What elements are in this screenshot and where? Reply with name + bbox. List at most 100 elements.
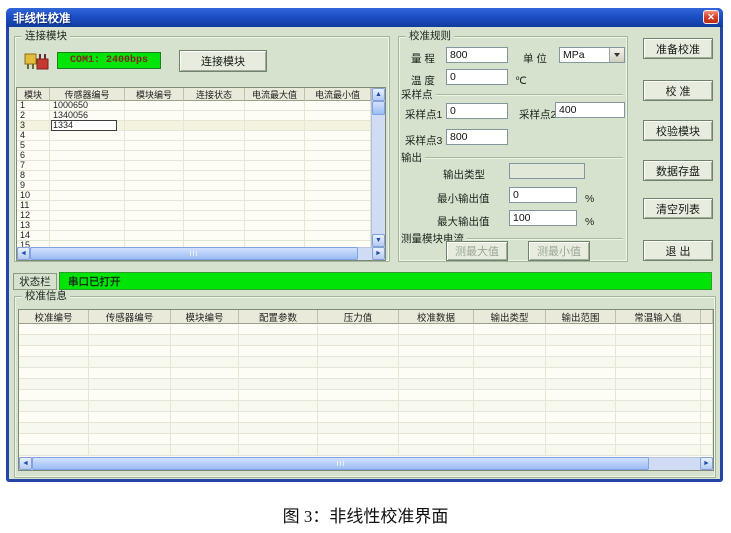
grid-cell[interactable]: [245, 181, 305, 191]
chevron-down-icon[interactable]: [609, 48, 624, 62]
scrollbar-thumb[interactable]: [32, 457, 649, 470]
vertical-scrollbar[interactable]: ▲ ▼: [371, 88, 385, 247]
module-row[interactable]: 10: [17, 191, 371, 201]
grid-cell[interactable]: [50, 151, 125, 161]
module-row[interactable]: 6: [17, 151, 371, 161]
grid-cell[interactable]: [184, 201, 245, 211]
scroll-up-icon[interactable]: ▲: [372, 88, 385, 101]
grid-cell[interactable]: [184, 131, 245, 141]
grid-cell[interactable]: [50, 191, 125, 201]
module-row[interactable]: 13: [17, 221, 371, 231]
unit-select[interactable]: MPa: [559, 47, 625, 63]
grid-cell[interactable]: [305, 211, 371, 221]
grid-cell[interactable]: [125, 191, 184, 201]
scroll-right-icon[interactable]: ►: [372, 247, 385, 260]
scroll-left-icon[interactable]: ◄: [19, 457, 32, 470]
grid-cell[interactable]: [50, 181, 125, 191]
grid-cell[interactable]: [245, 231, 305, 241]
module-row[interactable]: 5: [17, 141, 371, 151]
grid-cell[interactable]: [305, 111, 371, 121]
grid-cell[interactable]: [125, 121, 184, 131]
min-output-input[interactable]: [509, 187, 577, 203]
grid-cell[interactable]: [245, 211, 305, 221]
prepare-calibration-button[interactable]: 准备校准: [643, 38, 713, 59]
grid-cell[interactable]: [245, 221, 305, 231]
scroll-right-icon[interactable]: ►: [700, 457, 713, 470]
module-row[interactable]: 14: [17, 231, 371, 241]
grid-cell[interactable]: [184, 161, 245, 171]
grid-cell[interactable]: [305, 101, 371, 111]
module-row[interactable]: 9: [17, 181, 371, 191]
scrollbar-thumb[interactable]: [372, 101, 385, 115]
sample1-input[interactable]: [446, 103, 508, 119]
grid-cell[interactable]: [245, 141, 305, 151]
grid-cell[interactable]: [305, 201, 371, 211]
scrollbar-thumb[interactable]: [30, 247, 358, 260]
grid-cell[interactable]: [184, 171, 245, 181]
grid-cell[interactable]: [245, 101, 305, 111]
sample3-input[interactable]: [446, 129, 508, 145]
module-row[interactable]: 8: [17, 171, 371, 181]
temperature-input[interactable]: [446, 69, 508, 85]
output-type-input[interactable]: [509, 163, 585, 179]
grid-cell[interactable]: 1334: [50, 121, 125, 131]
grid-cell[interactable]: [184, 191, 245, 201]
module-row[interactable]: 12: [17, 211, 371, 221]
grid-cell[interactable]: [245, 121, 305, 131]
module-row[interactable]: 11: [17, 201, 371, 211]
verify-module-button[interactable]: 校验模块: [643, 120, 713, 141]
grid-cell[interactable]: [305, 181, 371, 191]
scroll-left-icon[interactable]: ◄: [17, 247, 30, 260]
grid-cell[interactable]: [125, 171, 184, 181]
calibrate-button[interactable]: 校 准: [643, 80, 713, 101]
grid-cell[interactable]: [184, 121, 245, 131]
grid-cell[interactable]: [245, 131, 305, 141]
grid-cell[interactable]: [50, 231, 125, 241]
range-input[interactable]: [446, 47, 508, 63]
grid-cell[interactable]: [184, 141, 245, 151]
grid-cell[interactable]: [184, 111, 245, 121]
grid-cell[interactable]: [305, 161, 371, 171]
grid-cell[interactable]: [305, 171, 371, 181]
horizontal-scrollbar[interactable]: ◄ ►: [19, 457, 713, 470]
measure-min-button[interactable]: 测最小值: [528, 241, 590, 261]
horizontal-scrollbar[interactable]: ◄ ►: [17, 247, 385, 260]
grid-cell[interactable]: [50, 201, 125, 211]
grid-cell[interactable]: [245, 151, 305, 161]
grid-cell[interactable]: [245, 161, 305, 171]
grid-cell[interactable]: [50, 141, 125, 151]
grid-cell[interactable]: [50, 171, 125, 181]
exit-button[interactable]: 退 出: [643, 240, 713, 261]
grid-cell[interactable]: [305, 221, 371, 231]
connect-module-button[interactable]: 连接模块: [179, 50, 267, 72]
cell-editor[interactable]: 1334: [51, 120, 117, 131]
grid-cell[interactable]: [305, 151, 371, 161]
grid-cell[interactable]: [245, 191, 305, 201]
grid-cell[interactable]: [305, 121, 371, 131]
grid-cell[interactable]: [125, 211, 184, 221]
grid-cell[interactable]: [184, 101, 245, 111]
max-output-input[interactable]: [509, 210, 577, 226]
grid-cell[interactable]: [305, 131, 371, 141]
sample2-input[interactable]: [555, 102, 625, 118]
grid-cell[interactable]: [245, 111, 305, 121]
module-row[interactable]: 4: [17, 131, 371, 141]
measure-max-button[interactable]: 测最大值: [446, 241, 508, 261]
grid-cell[interactable]: [184, 211, 245, 221]
clear-list-button[interactable]: 清空列表: [643, 198, 713, 219]
grid-cell[interactable]: [50, 161, 125, 171]
module-row[interactable]: 7: [17, 161, 371, 171]
grid-cell[interactable]: [245, 201, 305, 211]
scroll-down-icon[interactable]: ▼: [372, 234, 385, 247]
grid-cell[interactable]: [125, 151, 184, 161]
grid-cell[interactable]: [125, 101, 184, 111]
grid-cell[interactable]: [125, 201, 184, 211]
module-row[interactable]: 31334: [17, 121, 371, 131]
grid-cell[interactable]: [50, 131, 125, 141]
grid-cell[interactable]: [125, 231, 184, 241]
grid-cell[interactable]: [125, 111, 184, 121]
grid-cell[interactable]: [125, 161, 184, 171]
title-bar[interactable]: 非线性校准 ✕: [6, 8, 723, 27]
grid-cell[interactable]: [305, 191, 371, 201]
grid-cell[interactable]: [245, 171, 305, 181]
